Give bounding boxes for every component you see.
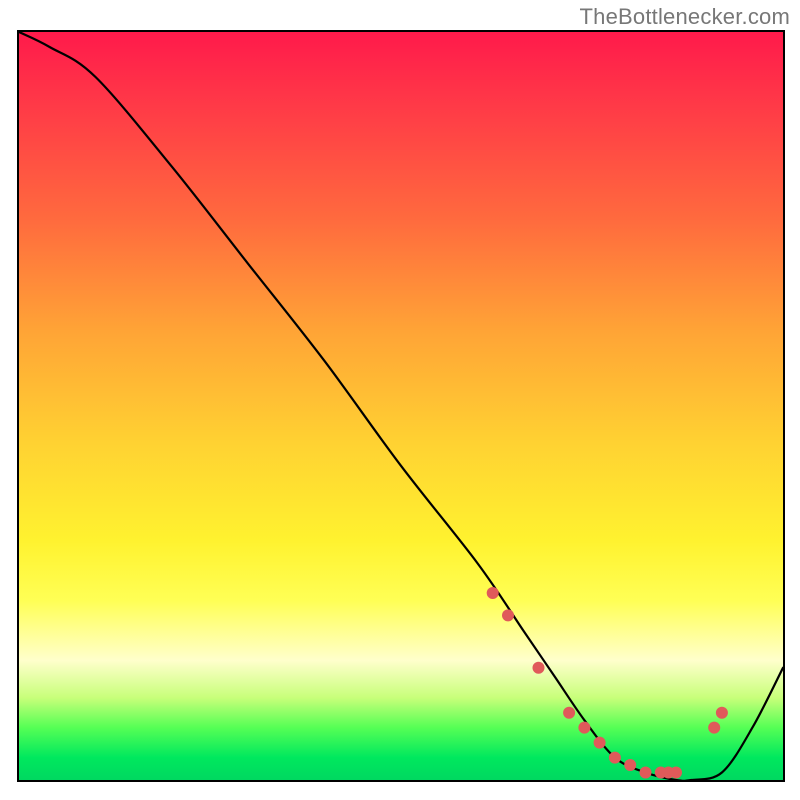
highlight-dot xyxy=(708,722,720,734)
attribution-text: TheBottlenecker.com xyxy=(580,4,790,30)
highlight-dot xyxy=(624,759,636,771)
plot-area xyxy=(17,30,785,782)
highlight-dot xyxy=(609,752,621,764)
curve-layer xyxy=(19,32,783,780)
chart-container: TheBottlenecker.com xyxy=(0,0,800,800)
highlight-dot xyxy=(578,722,590,734)
highlight-dot xyxy=(640,767,652,779)
highlight-dot xyxy=(487,587,499,599)
highlight-dot xyxy=(502,609,514,621)
highlight-dot xyxy=(563,707,575,719)
highlight-dot xyxy=(716,707,728,719)
bottleneck-curve xyxy=(19,32,783,780)
highlight-dot xyxy=(594,737,606,749)
highlight-dot xyxy=(670,767,682,779)
highlight-dot xyxy=(533,662,545,674)
